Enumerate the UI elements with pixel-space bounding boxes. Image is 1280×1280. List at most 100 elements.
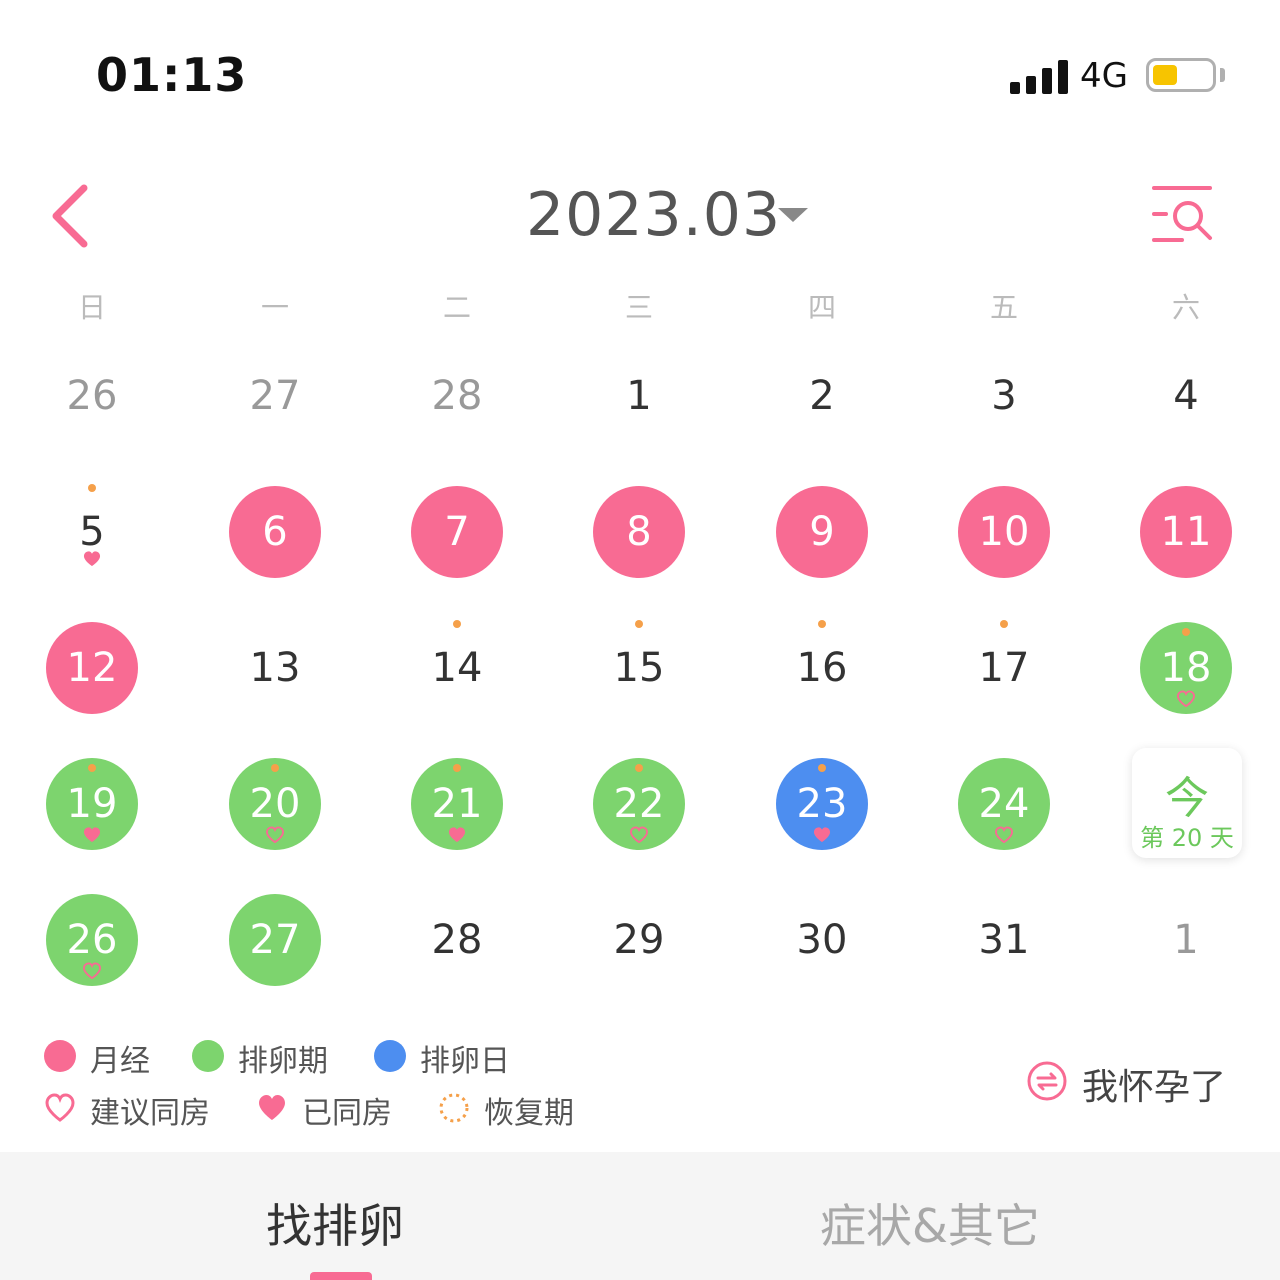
calendar-day[interactable]: 20 — [229, 758, 321, 850]
day-number: 27 — [249, 373, 301, 419]
calendar-day[interactable]: 26 — [46, 894, 138, 986]
day-number: 8 — [626, 509, 652, 555]
calendar-day[interactable]: 27 — [229, 894, 321, 986]
calendar-day[interactable]: 16 — [776, 620, 868, 714]
calendar-day[interactable]: 21 — [411, 758, 503, 850]
pregnant-button[interactable]: 我怀孕了 — [1026, 1058, 1236, 1108]
heart-filled-icon — [259, 1095, 285, 1120]
dotted-circle-icon — [439, 1093, 469, 1123]
day-number: 1 — [1173, 917, 1199, 963]
calendar-day[interactable]: 19 — [46, 758, 138, 850]
day-number: 10 — [978, 509, 1030, 555]
calendar-day[interactable]: 31 — [958, 894, 1050, 986]
calendar-day[interactable]: 1 — [593, 350, 685, 442]
calendar-day[interactable]: 15 — [593, 620, 685, 714]
recovery-dot-icon — [818, 620, 826, 628]
heart-outline-icon — [1176, 690, 1196, 708]
calendar-day[interactable]: 26 — [46, 350, 138, 442]
calendar-day[interactable]: 22 — [593, 758, 685, 850]
period-dot-icon — [44, 1040, 76, 1072]
day-number: 17 — [978, 645, 1030, 691]
recovery-dot-icon — [818, 764, 826, 772]
calendar-day[interactable]: 8 — [593, 486, 685, 578]
bottom-tab-bar: 找排卵 症状&其它 — [0, 1152, 1280, 1280]
legend-suggest-label: 建议同房 — [90, 1096, 210, 1131]
tab-find-ovulation[interactable]: 找排卵 — [266, 1190, 404, 1256]
calendar-day[interactable]: 2 — [776, 350, 868, 442]
pregnant-button-label: 我怀孕了 — [1082, 1067, 1227, 1108]
day-number: 23 — [796, 781, 848, 827]
day-number: 5 — [79, 509, 105, 555]
calendar-day[interactable]: 28 — [411, 350, 503, 442]
calendar-day[interactable]: 17 — [958, 620, 1050, 714]
heart-filled-icon — [448, 827, 466, 843]
calendar-day[interactable]: 13 — [229, 622, 321, 714]
tab-symptoms[interactable]: 症状&其它 — [820, 1190, 1040, 1256]
calendar-day[interactable]: 24 — [958, 758, 1050, 850]
day-number: 21 — [431, 781, 483, 827]
recovery-dot-icon — [88, 484, 96, 492]
calendar-day[interactable]: 30 — [776, 894, 868, 986]
recovery-dot-icon — [453, 620, 461, 628]
recovery-dot-icon — [271, 764, 279, 772]
today-char: 今 — [1165, 773, 1209, 824]
calendar-day[interactable]: 5 — [46, 484, 138, 578]
calendar-day[interactable]: 10 — [958, 486, 1050, 578]
calendar-day[interactable]: 1 — [1140, 894, 1232, 986]
switch-icon — [1027, 1061, 1067, 1101]
calendar-day[interactable]: 27 — [229, 350, 321, 442]
heart-outline-icon — [994, 826, 1014, 844]
legend-recovery-label: 恢复期 — [484, 1096, 574, 1131]
day-number: 6 — [262, 509, 288, 555]
fertile-dot-icon — [192, 1040, 224, 1072]
day-number: 31 — [978, 917, 1030, 963]
heart-outline-icon — [265, 826, 285, 844]
day-number: 28 — [431, 373, 483, 419]
recovery-dot-icon — [635, 620, 643, 628]
heart-filled-icon — [83, 551, 101, 567]
legend-ovulation-label: 排卵日 — [420, 1044, 510, 1079]
calendar-day[interactable]: 28 — [411, 894, 503, 986]
legend-period-label: 月经 — [90, 1044, 150, 1079]
calendar-day[interactable]: 7 — [411, 486, 503, 578]
calendar-day[interactable]: 11 — [1140, 486, 1232, 578]
heart-outline-icon — [629, 826, 649, 844]
calendar-grid: 26 27 28 1 2 3 4 5 6 7 8 9 10 11 12 13 14 15 16 17 18 19 20 21 2… — [0, 0, 1280, 1000]
calendar-day[interactable]: 9 — [776, 486, 868, 578]
legend-done-label: 已同房 — [302, 1096, 392, 1131]
recovery-dot-icon — [1182, 628, 1190, 636]
day-number: 4 — [1173, 373, 1199, 419]
day-number: 13 — [249, 645, 301, 691]
day-number: 15 — [613, 645, 665, 691]
calendar-day[interactable]: 4 — [1140, 350, 1232, 442]
recovery-dot-icon — [1000, 620, 1008, 628]
day-number: 26 — [66, 373, 118, 419]
day-number: 20 — [249, 781, 301, 827]
day-number: 24 — [978, 781, 1030, 827]
day-number: 27 — [249, 917, 301, 963]
heart-outline-icon — [45, 1093, 75, 1122]
calendar-day[interactable]: 18 — [1140, 622, 1232, 714]
calendar-day[interactable]: 29 — [593, 894, 685, 986]
day-number: 3 — [991, 373, 1017, 419]
heart-filled-icon — [813, 827, 831, 843]
day-number: 18 — [1160, 645, 1212, 691]
calendar-day[interactable]: 23 — [776, 758, 868, 850]
tab-indicator — [310, 1272, 372, 1280]
day-number: 30 — [796, 917, 848, 963]
day-number: 14 — [431, 645, 483, 691]
heart-filled-icon — [83, 827, 101, 843]
heart-outline-icon — [82, 962, 102, 980]
today-cell[interactable]: 今第 20 天 — [1132, 748, 1242, 858]
day-number: 16 — [796, 645, 848, 691]
today-cycle-day: 第 20 天 — [1140, 824, 1234, 852]
day-number: 12 — [66, 645, 118, 691]
calendar-day[interactable]: 3 — [958, 350, 1050, 442]
day-number: 28 — [431, 917, 483, 963]
day-number: 19 — [66, 781, 118, 827]
calendar-day[interactable]: 6 — [229, 486, 321, 578]
day-number: 1 — [626, 373, 652, 419]
calendar-day[interactable]: 14 — [411, 620, 503, 714]
legend-fertile-label: 排卵期 — [238, 1044, 328, 1079]
calendar-day[interactable]: 12 — [46, 622, 138, 714]
